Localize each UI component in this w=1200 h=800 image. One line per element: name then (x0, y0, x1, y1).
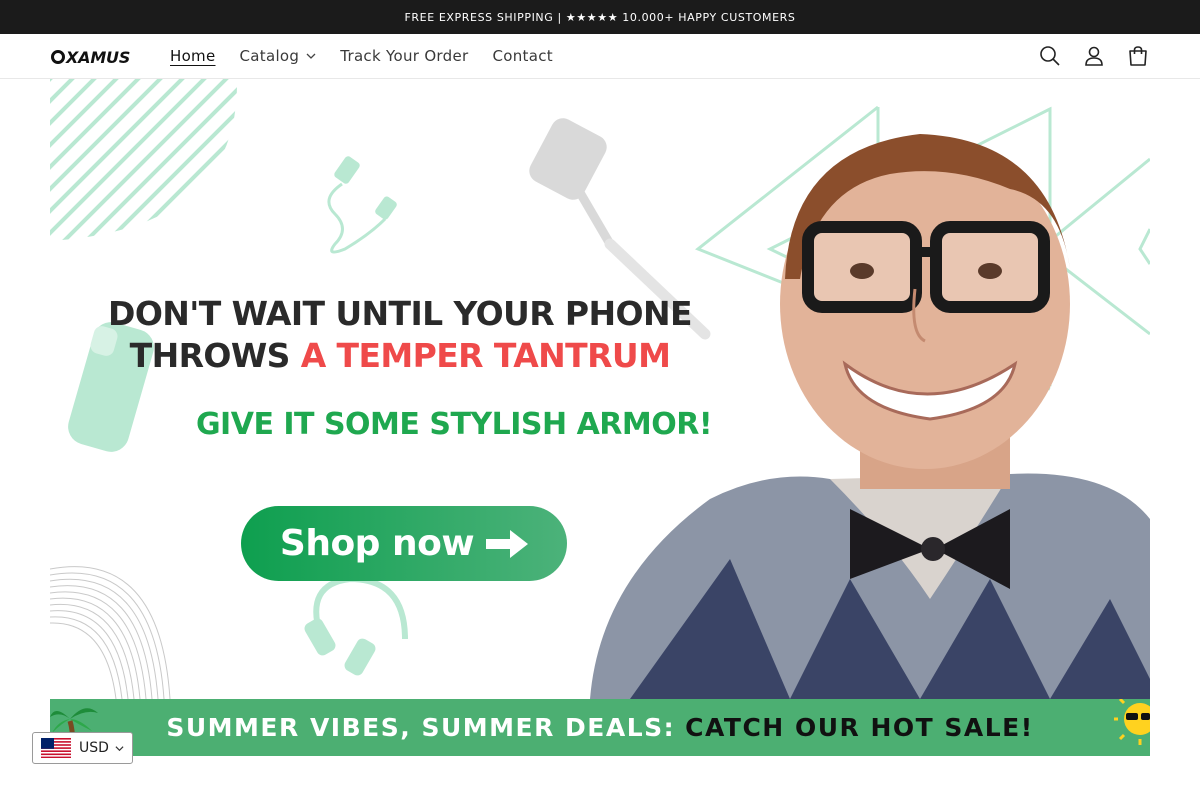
cart-button[interactable] (1116, 34, 1160, 78)
currency-code: USD (79, 740, 109, 756)
banner-text-part1: SUMMER VIBES, SUMMER DEALS: (166, 713, 676, 742)
announcement-bar: FREE EXPRESS SHIPPING | ★★★★★ 10.000+ HA… (0, 0, 1200, 34)
logo[interactable]: XAMUS (51, 46, 130, 68)
nav-home[interactable]: Home (158, 47, 228, 65)
logo-mark-icon (51, 50, 65, 64)
hero-subheadline: GIVE IT SOME STYLISH ARMOR! (195, 407, 713, 442)
headphones-icon (304, 575, 408, 676)
us-flag-icon (41, 738, 71, 758)
cart-icon (1129, 46, 1147, 66)
logo-text: XAMUS (66, 47, 131, 67)
nav-catalog-label: Catalog (239, 47, 300, 65)
nav-track-order[interactable]: Track Your Order (328, 47, 480, 65)
main-nav: Home Catalog Track Your Order Contact (158, 34, 565, 78)
account-button[interactable] (1072, 34, 1116, 78)
summer-sale-banner[interactable]: SUMMER VIBES, SUMMER DEALS: CATCH OUR HO… (50, 699, 1150, 756)
site-header: XAMUS Home Catalog Track Your Order Cont… (0, 34, 1200, 79)
nav-catalog[interactable]: Catalog (228, 47, 329, 65)
chevron-down-icon (115, 745, 124, 751)
hero-headline-line2-prefix: THROWS (129, 336, 301, 375)
search-button[interactable] (1028, 34, 1072, 78)
shop-now-label: Shop now (279, 523, 475, 564)
nav-home-label: Home (170, 47, 216, 65)
nav-contact-label: Contact (492, 47, 553, 65)
header-icons (1028, 34, 1160, 78)
currency-selector[interactable]: USD (32, 732, 133, 764)
usb-cable-icon (327, 156, 397, 254)
wave-lines-decoration (50, 566, 171, 699)
account-icon (1085, 46, 1103, 66)
search-icon (1040, 46, 1060, 66)
sun-with-sunglasses-icon (1114, 699, 1150, 745)
chevron-down-icon (306, 53, 316, 59)
announcement-text: FREE EXPRESS SHIPPING | ★★★★★ 10.000+ HA… (404, 10, 796, 24)
shop-now-button[interactable]: Shop now (241, 506, 567, 581)
hero-model-image (590, 134, 1150, 699)
nav-track-order-label: Track Your Order (340, 47, 469, 65)
banner-text-part2: CATCH OUR HOT SALE! (685, 713, 1034, 742)
nav-contact[interactable]: Contact (480, 47, 564, 65)
hero-banner[interactable]: DON'T WAIT UNTIL YOUR PHONE THROWS A TEM… (50, 79, 1150, 699)
arrow-right-icon (486, 529, 529, 558)
hero-headline-line2: THROWS A TEMPER TANTRUM (50, 336, 750, 375)
hero-headline-line1: DON'T WAIT UNTIL YOUR PHONE (108, 294, 693, 333)
hero-headline-accent: A TEMPER TANTRUM (300, 336, 671, 375)
